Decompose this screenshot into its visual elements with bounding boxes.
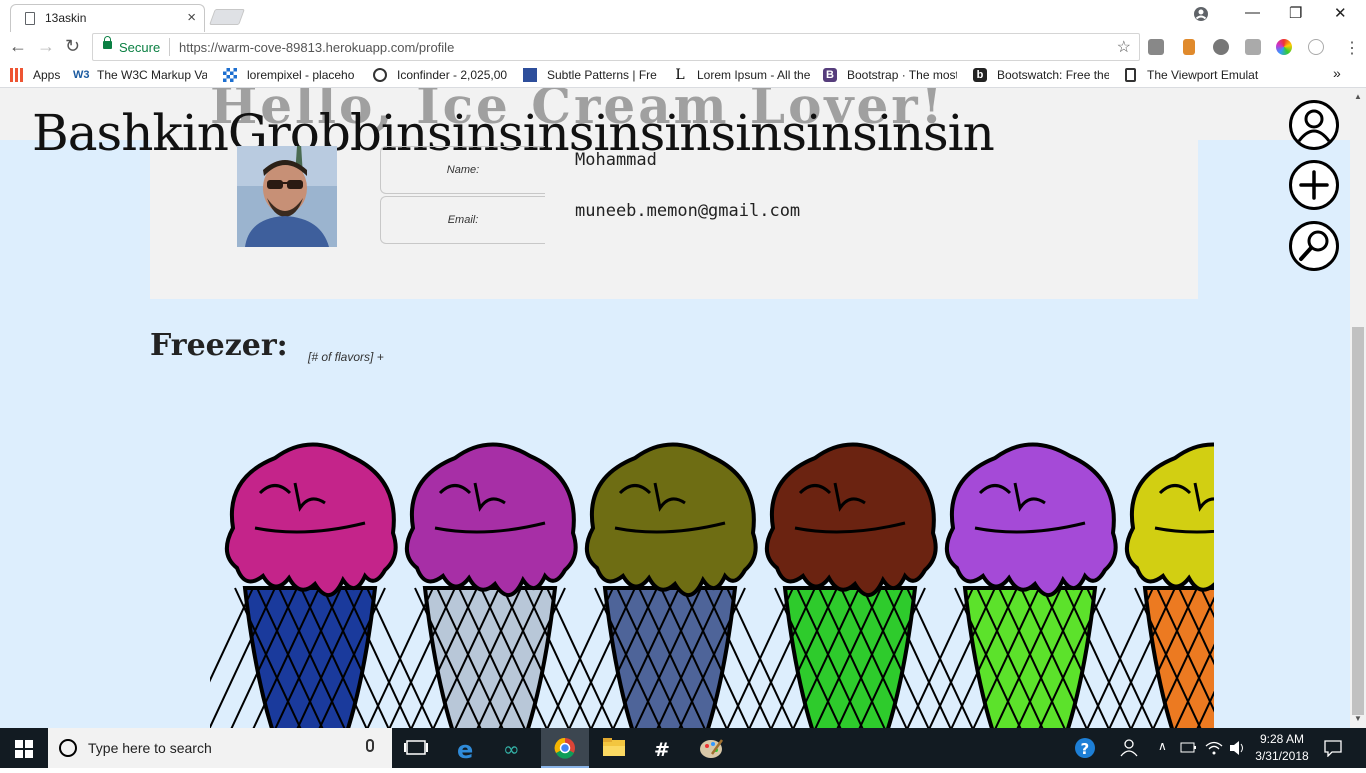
ice-cream-cone-5[interactable] xyxy=(903,442,1157,728)
scroll-down-icon[interactable]: ▼ xyxy=(1354,714,1362,723)
forward-icon[interactable]: → xyxy=(37,36,55,57)
clock-time[interactable]: 9:28 AM xyxy=(1252,732,1312,746)
plus-icon xyxy=(1299,170,1329,200)
extension-bag-icon[interactable] xyxy=(1148,39,1164,55)
profile-icon[interactable] xyxy=(1193,6,1209,22)
svg-text:?: ? xyxy=(1081,740,1090,758)
notifications-icon[interactable] xyxy=(1324,739,1342,757)
address-bar[interactable]: Secure https://warm-cove-89813.herokuapp… xyxy=(92,33,1140,61)
menu-icon[interactable]: ⋮ xyxy=(1344,38,1360,58)
bookmark-viewport-emulator[interactable]: The Viewport Emulat xyxy=(1147,68,1260,82)
slack-icon[interactable]: # xyxy=(639,728,687,768)
bookmark-lorempixel[interactable]: lorempixel - placeho xyxy=(247,68,357,82)
viewport-emulator-icon xyxy=(1125,68,1136,82)
arduino-icon[interactable]: ∞ xyxy=(492,728,540,768)
reload-icon[interactable]: ↻ xyxy=(65,36,80,57)
extension-circle-icon[interactable] xyxy=(1308,39,1324,55)
bookmark-star-icon[interactable]: ☆ xyxy=(1117,37,1131,57)
profile-button[interactable] xyxy=(1289,100,1339,150)
page-icon xyxy=(25,12,35,25)
restore-button[interactable]: ❐ xyxy=(1289,4,1302,22)
extension-drive-icon[interactable] xyxy=(1245,39,1261,55)
scrollbar-thumb[interactable] xyxy=(1352,327,1364,715)
w3c-icon: W3 xyxy=(73,69,90,81)
freezer-heading: Freezer: xyxy=(150,328,288,363)
add-flavor-link[interactable]: [# of flavors] + xyxy=(308,350,384,364)
taskbar-search-placeholder: Type here to search xyxy=(88,740,212,756)
extension-bug-icon[interactable] xyxy=(1213,39,1229,55)
extension-paint-icon[interactable] xyxy=(1183,39,1195,55)
new-tab-button[interactable] xyxy=(209,9,245,25)
iconfinder-icon xyxy=(373,68,387,82)
minimize-button[interactable]: — xyxy=(1245,4,1260,21)
bookmarks-overflow-icon[interactable]: » xyxy=(1333,65,1341,81)
svg-text:e: e xyxy=(457,736,473,764)
scroll-up-icon[interactable]: ▲ xyxy=(1354,92,1362,101)
email-label: Email: xyxy=(380,196,545,244)
tab-close-icon[interactable]: × xyxy=(187,9,196,26)
windows-taskbar: Type here to search e ∞ # ? ∧ 9:28 AM 3/… xyxy=(0,728,1366,768)
lorempixel-icon xyxy=(223,68,237,82)
ice-cream-cone-1[interactable] xyxy=(210,442,437,728)
page-viewport: Hello, Ice Cream Lover! BashkinGrobbinsi… xyxy=(0,88,1350,728)
bootswatch-icon: b xyxy=(973,68,987,82)
close-window-button[interactable]: ✕ xyxy=(1334,4,1347,22)
tab-title: 13askin xyxy=(45,11,87,25)
microphone-icon[interactable] xyxy=(366,739,374,752)
browser-tab[interactable]: 13askin × xyxy=(10,4,205,32)
bookmark-bootswatch[interactable]: Bootswatch: Free the xyxy=(997,68,1109,82)
url-text[interactable]: https://warm-cove-89813.herokuapp.com/pr… xyxy=(179,40,454,55)
bookmarks-bar: Apps W3 The W3C Markup Val lorempixel - … xyxy=(0,62,1366,88)
bookmark-subtle-patterns[interactable]: Subtle Patterns | Free xyxy=(547,68,657,82)
email-value: muneeb.memon@gmail.com xyxy=(575,201,801,221)
page-scrollbar[interactable]: ▲ ▼ xyxy=(1350,88,1366,728)
svg-text:#: # xyxy=(654,739,670,761)
wifi-icon[interactable] xyxy=(1205,740,1223,756)
volume-icon[interactable] xyxy=(1228,740,1246,756)
secure-label: Secure xyxy=(119,40,161,55)
people-icon[interactable] xyxy=(1107,728,1151,768)
cortana-icon xyxy=(59,739,77,757)
file-explorer-icon[interactable] xyxy=(590,728,638,768)
bookmark-iconfinder[interactable]: Iconfinder - 2,025,00 xyxy=(397,68,507,82)
tab-strip: 13askin × — ❐ ✕ xyxy=(0,0,1366,32)
extension-color-icon[interactable] xyxy=(1276,39,1292,55)
bookmark-lorem-ipsum[interactable]: Lorem Ipsum - All the xyxy=(697,68,810,82)
ice-cream-cone-3[interactable] xyxy=(543,442,797,728)
bookmark-apps[interactable]: Apps xyxy=(33,68,60,82)
windows-start-icon[interactable] xyxy=(15,740,33,758)
bookmark-bootstrap[interactable]: Bootstrap · The most xyxy=(847,68,957,82)
battery-icon[interactable] xyxy=(1180,741,1198,755)
avatar xyxy=(237,146,337,247)
ice-cream-cone-4[interactable] xyxy=(723,442,977,728)
add-button[interactable] xyxy=(1289,160,1339,210)
lorem-ipsum-icon: L xyxy=(675,67,685,83)
search-button[interactable] xyxy=(1289,221,1339,271)
subtle-patterns-icon xyxy=(523,68,537,82)
taskbar-search-box[interactable]: Type here to search xyxy=(48,728,392,768)
omnibox-divider xyxy=(169,38,170,56)
paint-icon[interactable] xyxy=(688,728,736,768)
back-icon[interactable]: ← xyxy=(9,36,27,57)
lock-icon xyxy=(103,36,112,49)
task-view-icon[interactable] xyxy=(392,728,440,768)
svg-text:∞: ∞ xyxy=(503,737,520,761)
ice-cream-cone-2[interactable] xyxy=(363,442,617,728)
search-icon xyxy=(1299,230,1329,261)
show-hidden-icons[interactable]: ∧ xyxy=(1158,739,1167,753)
clock-date[interactable]: 3/31/2018 xyxy=(1248,749,1316,763)
name-label: Name: xyxy=(380,146,545,194)
chrome-icon[interactable] xyxy=(541,728,589,768)
bootstrap-icon: B xyxy=(823,68,837,82)
bookmark-w3c[interactable]: The W3C Markup Val xyxy=(97,68,207,82)
flavor-gallery xyxy=(210,442,1214,728)
edge-icon[interactable]: e xyxy=(442,728,490,768)
user-icon xyxy=(1297,109,1331,142)
help-icon[interactable]: ? xyxy=(1063,728,1107,768)
name-value: Mohammad xyxy=(575,150,657,170)
apps-grid-icon xyxy=(10,68,24,82)
